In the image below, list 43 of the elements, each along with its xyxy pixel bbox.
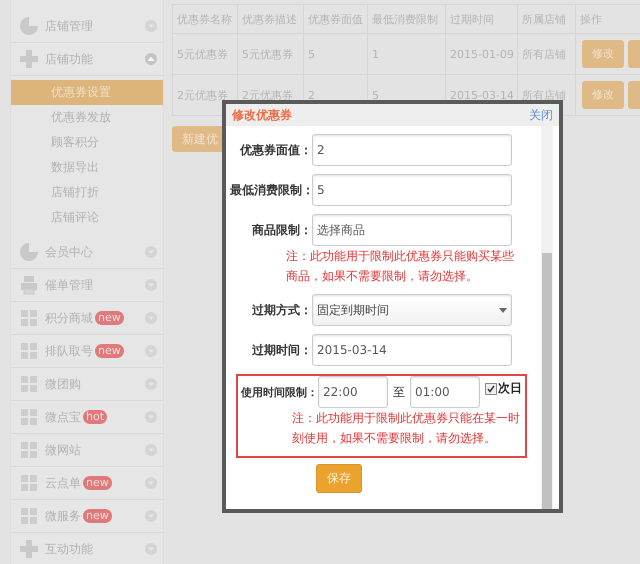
pie-chart-icon <box>19 16 39 36</box>
hint-text: 注：此功能用于限制此优惠券只能在某一时刻使用，如果不需要限制，请勿选择。 <box>292 410 521 447</box>
printer-icon <box>19 275 39 295</box>
field-label: 使用时间限制： <box>240 384 318 400</box>
edit-button[interactable]: 修改 <box>582 40 624 68</box>
plus-icon <box>19 539 39 559</box>
dropdown[interactable]: 固定到期时间 <box>312 294 512 326</box>
input-field[interactable]: 5 <box>312 174 512 206</box>
new-badge: new <box>83 476 112 490</box>
input-field[interactable]: 2 <box>312 134 512 166</box>
field-label: 优惠券面值： <box>238 142 312 158</box>
grid-icon <box>19 308 39 328</box>
checkbox-label: 次日 <box>498 380 522 397</box>
field-label: 过期方式： <box>251 302 312 318</box>
grid-icon <box>19 506 39 526</box>
submenu-item[interactable]: 优惠券设置 <box>11 80 163 105</box>
plus-icon <box>19 49 39 69</box>
field-label: 过期时间： <box>251 342 312 358</box>
input-field[interactable]: 2015-03-14 <box>312 334 512 366</box>
grid-icon <box>19 440 39 460</box>
field-label: 商品限制： <box>251 222 312 238</box>
scrollbar[interactable] <box>541 126 553 509</box>
start-time-field[interactable]: 22:00 <box>318 376 388 408</box>
save-button[interactable]: 保存 <box>316 464 362 493</box>
hint-text: 注：此功能用于限制此优惠券只能购买某些商品，如果不需要限制，请勿选择。 <box>286 248 515 285</box>
grid-icon <box>19 407 39 427</box>
delete-button[interactable] <box>628 81 640 109</box>
grid-icon <box>19 341 39 361</box>
new-badge: hot <box>83 410 108 424</box>
pie-chart-icon <box>19 242 39 262</box>
new-badge: new <box>95 311 124 325</box>
new-badge: new <box>95 344 124 358</box>
field-label: 最低消费限制： <box>230 182 312 198</box>
caret-icon <box>499 308 507 312</box>
input-field[interactable]: 选择商品 <box>312 214 512 246</box>
edit-button[interactable]: 修改 <box>582 81 624 109</box>
grid-icon <box>19 473 39 493</box>
range-separator: 至 <box>393 384 405 400</box>
grid-icon <box>19 374 39 394</box>
delete-button[interactable] <box>628 40 640 68</box>
checkbox[interactable] <box>485 382 497 394</box>
new-badge: new <box>83 509 112 523</box>
end-time-field[interactable]: 01:00 <box>410 376 480 408</box>
